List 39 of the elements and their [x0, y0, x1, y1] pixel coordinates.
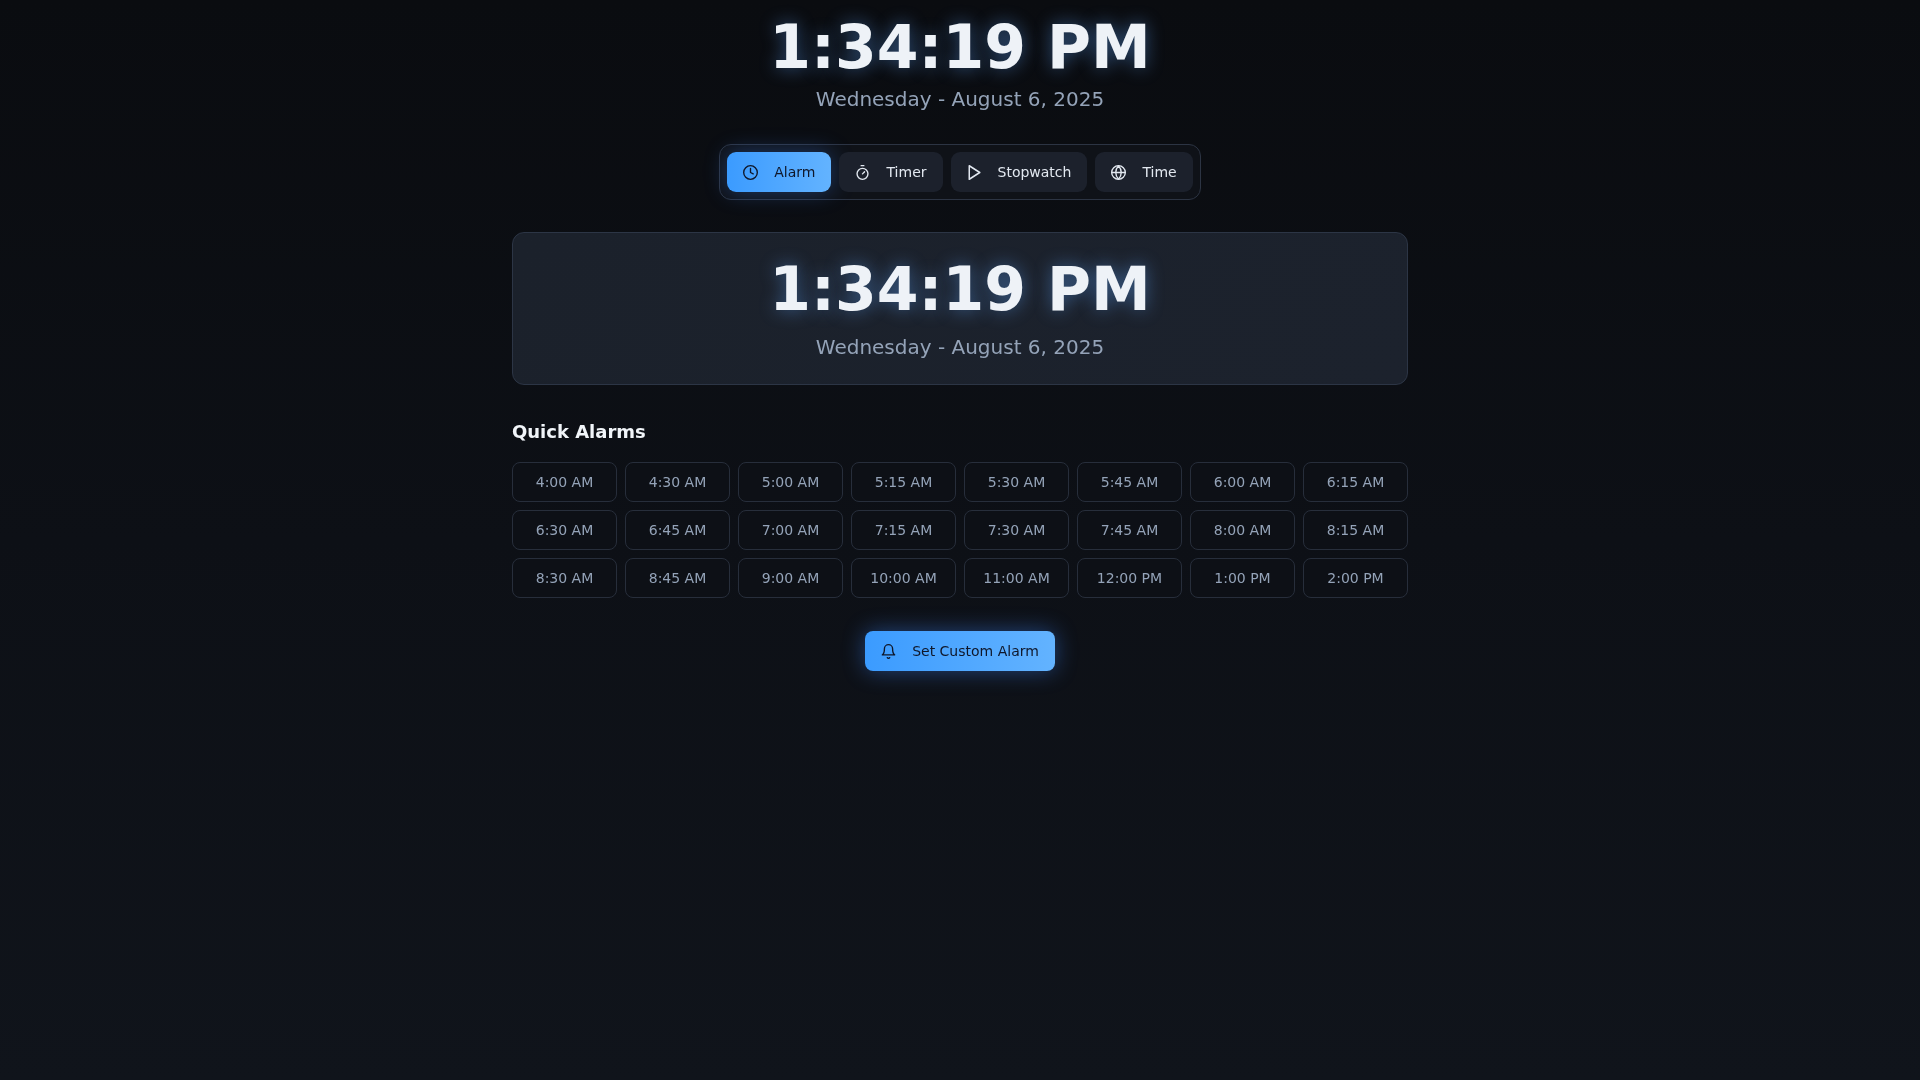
quick-alarm-button[interactable]: 7:30 AM [964, 510, 1069, 550]
quick-alarm-button[interactable]: 7:15 AM [851, 510, 956, 550]
quick-alarm-button[interactable]: 4:30 AM [625, 462, 730, 502]
quick-alarm-button[interactable]: 5:45 AM [1077, 462, 1182, 502]
quick-alarm-button[interactable]: 5:00 AM [738, 462, 843, 502]
quick-alarm-button[interactable]: 9:00 AM [738, 558, 843, 598]
globe-icon [1111, 164, 1127, 180]
quick-alarm-button[interactable]: 2:00 PM [1303, 558, 1408, 598]
quick-alarm-button[interactable]: 10:00 AM [851, 558, 956, 598]
bell-icon [881, 643, 897, 659]
quick-alarm-button[interactable]: 8:15 AM [1303, 510, 1408, 550]
clock-time: 1:34:19 PM [769, 259, 1151, 319]
quick-alarm-button[interactable]: 5:15 AM [851, 462, 956, 502]
quick-alarm-button[interactable]: 7:00 AM [738, 510, 843, 550]
clock-date: Wednesday - August 6, 2025 [815, 86, 1105, 113]
tab[interactable]: Time [1095, 152, 1193, 192]
quick-alarm-button[interactable]: 11:00 AM [964, 558, 1069, 598]
tab[interactable]: Stopwatch [950, 152, 1088, 192]
clock-date: Wednesday - August 6, 2025 [815, 334, 1105, 361]
tab[interactable]: Alarm [727, 152, 832, 192]
clock-time: 1:34:19 PM [769, 17, 1151, 77]
quick-alarm-button[interactable]: 6:30 AM [512, 510, 617, 550]
quick-alarm-button[interactable]: 5:30 AM [964, 462, 1069, 502]
quick-alarm-button[interactable]: 4:00 AM [512, 462, 617, 502]
quick-alarm-button[interactable]: 6:45 AM [625, 510, 730, 550]
quick-alarm-button[interactable]: 8:30 AM [512, 558, 617, 598]
quick-alarm-button[interactable]: 6:00 AM [1190, 462, 1295, 502]
stopwatch-icon [855, 164, 871, 180]
section-heading: Quick Alarms [512, 420, 647, 444]
quick-alarm-button[interactable]: 12:00 PM [1077, 558, 1182, 598]
clock-icon [743, 164, 759, 180]
quick-alarm-button[interactable]: 6:15 AM [1303, 462, 1408, 502]
set-alarm-button[interactable]: Set Custom Alarm [865, 631, 1055, 671]
play-icon [966, 164, 982, 180]
quick-alarm-button[interactable]: 7:45 AM [1077, 510, 1182, 550]
quick-alarm-button[interactable]: 8:45 AM [625, 558, 730, 598]
quick-alarm-button[interactable]: 1:00 PM [1190, 558, 1295, 598]
tab[interactable]: Timer [839, 152, 943, 192]
quick-alarm-button[interactable]: 8:00 AM [1190, 510, 1295, 550]
